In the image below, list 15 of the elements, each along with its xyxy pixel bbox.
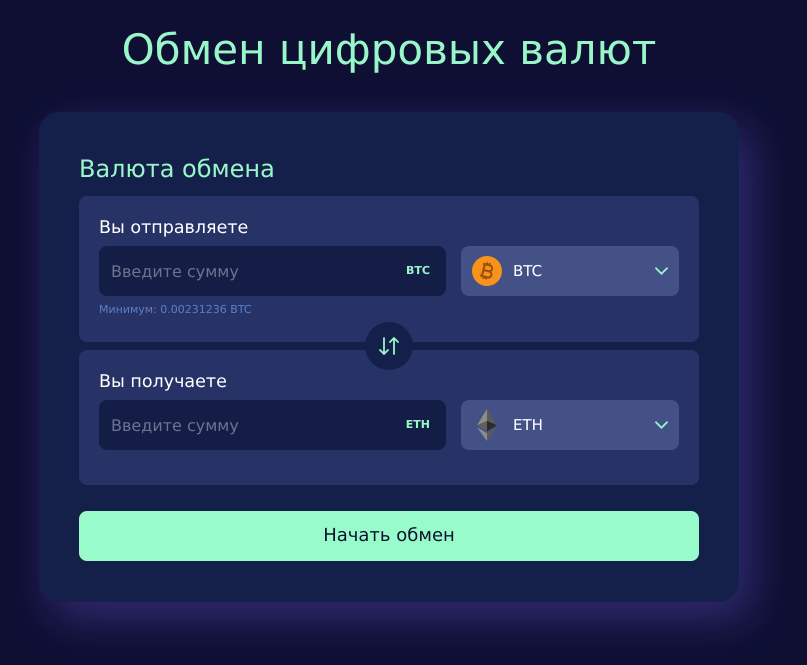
currency-code: ETH <box>406 418 430 432</box>
currency-select[interactable]: ETH <box>461 400 679 450</box>
swap-arrows-icon <box>378 337 400 355</box>
panel-label: Вы получаете <box>99 372 227 392</box>
currency-code: BTC <box>406 264 430 278</box>
ethereum-icon <box>477 409 497 441</box>
page-title: Обмен цифровых валют <box>122 24 656 76</box>
panel-label: Вы отправляете <box>99 218 248 238</box>
bitcoin-icon <box>472 256 502 286</box>
currency-select[interactable]: BTC <box>461 246 679 296</box>
chevron-down-icon <box>655 267 668 275</box>
chevron-down-icon <box>655 421 668 429</box>
minimum-amount-note: Минимум: 0.00231236 BTC <box>99 303 252 317</box>
start-exchange-button[interactable]: Начать обмен <box>79 511 699 561</box>
section-heading: Валюта обмена <box>79 154 275 184</box>
